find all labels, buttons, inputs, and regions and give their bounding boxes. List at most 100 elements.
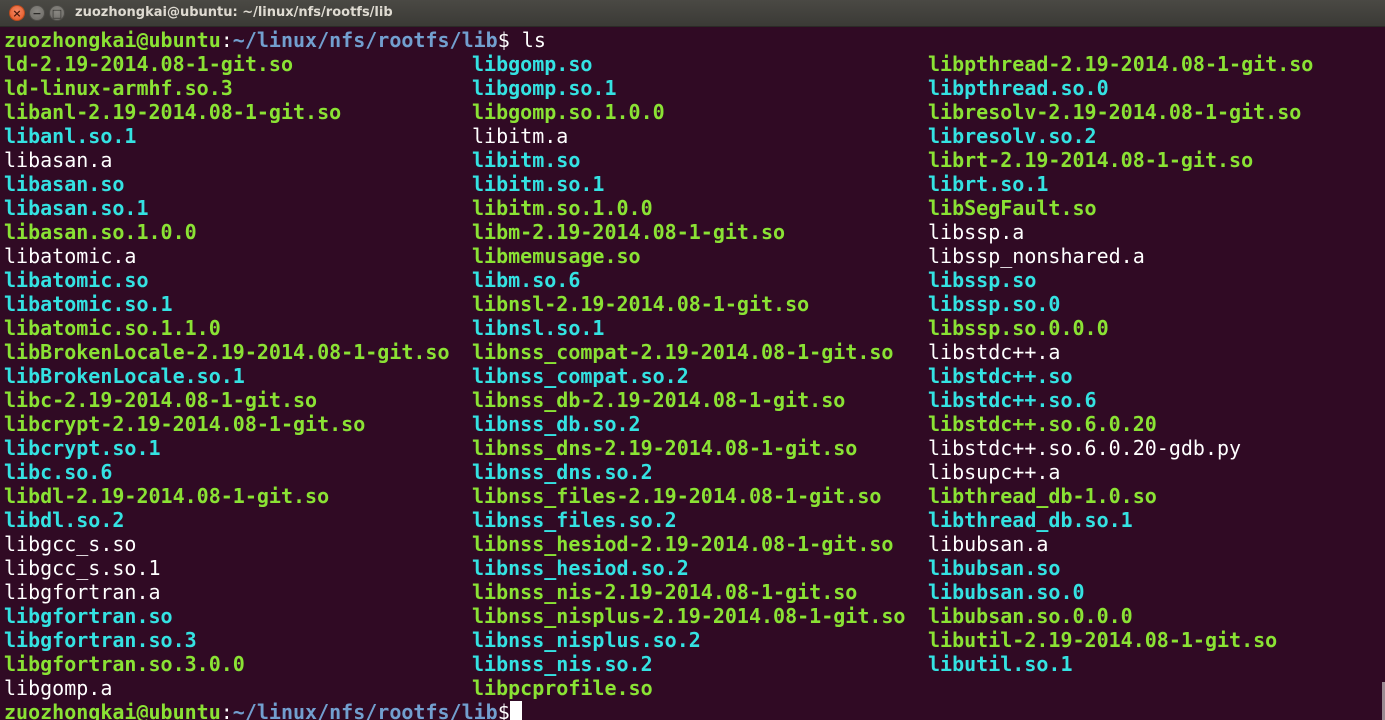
prompt-dollar: $ [497,700,510,720]
file-entry: libnss_dns.so.2 [472,460,653,484]
file-entry: libgfortran.so.3.0.0 [4,652,245,676]
file-entry: libdl.so.2 [4,508,125,532]
file-entry: libitm.a [472,124,569,148]
prompt-line[interactable]: zuozhongkai@ubuntu:~/linux/nfs/rootfs/li… [4,700,1379,720]
file-entry: libssp.so.0.0.0 [928,316,1109,340]
file-entry: libpcprofile.so [472,676,653,700]
file-entry: libubsan.so [928,556,1061,580]
file-entry: libpthread.so.0 [928,76,1109,100]
file-entry: libBrokenLocale-2.19-2014.08-1-git.so [4,340,450,364]
file-entry: libasan.so.1 [4,196,149,220]
file-entry: libssp_nonshared.a [928,244,1145,268]
file-entry: libnsl.so.1 [472,316,605,340]
window-title: zuozhongkai@ubuntu: ~/linux/nfs/rootfs/l… [75,5,393,20]
file-entry: librt.so.1 [928,172,1049,196]
maximize-icon: □ [51,7,63,20]
file-entry: libasan.a [4,148,113,172]
ls-column-3: libpthread-2.19-2014.08-1-git.so libpthre… [928,52,1313,676]
file-entry: libstdc++.so.6.0.20 [928,412,1157,436]
file-entry: libresolv.so.2 [928,124,1097,148]
file-entry: libmemusage.so [472,244,641,268]
file-entry: libgcc_s.so [4,532,137,556]
file-entry: libstdc++.so [928,364,1073,388]
file-entry: libdl-2.19-2014.08-1-git.so [4,484,330,508]
prompt-user-host: zuozhongkai@ubuntu [4,700,221,720]
command-line: zuozhongkai@ubuntu:~/linux/nfs/rootfs/li… [4,28,1379,52]
file-entry: libc.so.6 [4,460,113,484]
file-entry: libgomp.so [472,52,593,76]
file-entry: libatomic.so [4,268,149,292]
file-entry: libnss_db.so.2 [472,412,641,436]
title-bar: × − □ zuozhongkai@ubuntu: ~/linux/nfs/ro… [0,0,1385,27]
text-cursor [509,701,522,720]
file-entry: libnss_files.so.2 [472,508,677,532]
minimize-window-button[interactable]: − [29,5,45,21]
file-entry: libstdc++.so.6 [928,388,1097,412]
file-entry: libgcc_s.so.1 [4,556,161,580]
file-entry: libstdc++.a [928,340,1061,364]
file-entry: libthread_db.so.1 [928,508,1133,532]
file-entry: libm-2.19-2014.08-1-git.so [472,220,786,244]
file-entry: libanl.so.1 [4,124,137,148]
file-entry: libubsan.so.0 [928,580,1085,604]
prompt-separator: : [220,28,233,52]
file-entry: libatomic.so.1.1.0 [4,316,221,340]
prompt-user-host: zuozhongkai@ubuntu [4,28,221,52]
file-entry: libutil-2.19-2014.08-1-git.so [928,628,1278,652]
minimize-icon: − [32,7,42,20]
file-entry: ld-2.19-2014.08-1-git.so [4,52,293,76]
file-entry: libatomic.so.1 [4,292,173,316]
file-entry: libpthread-2.19-2014.08-1-git.so [928,52,1314,76]
close-window-button[interactable]: × [9,5,25,21]
file-entry: libgfortran.so [4,604,173,628]
file-entry: libnss_hesiod.so.2 [472,556,689,580]
file-entry: libnss_db-2.19-2014.08-1-git.so [472,388,846,412]
file-entry: libnss_nis-2.19-2014.08-1-git.so [472,580,858,604]
file-entry: libnsl-2.19-2014.08-1-git.so [472,292,810,316]
file-entry: libssp.so [928,268,1037,292]
ls-output: ld-2.19-2014.08-1-git.so ld-linux-armhf.s… [4,52,1379,700]
file-entry: libitm.so [472,148,581,172]
file-entry: libasan.so.1.0.0 [4,220,197,244]
terminal-window: × − □ zuozhongkai@ubuntu: ~/linux/nfs/ro… [0,0,1385,720]
file-entry: libubsan.so.0.0.0 [928,604,1133,628]
file-entry: libresolv-2.19-2014.08-1-git.so [928,100,1302,124]
file-entry: librt-2.19-2014.08-1-git.so [928,148,1254,172]
file-entry: libasan.so [4,172,125,196]
file-entry: libgomp.a [4,676,113,700]
file-entry: libgfortran.a [4,580,161,604]
file-entry: libgfortran.so.3 [4,628,197,652]
file-entry: libitm.so.1.0.0 [472,196,653,220]
file-entry: libutil.so.1 [928,652,1073,676]
file-entry: libstdc++.so.6.0.20-gdb.py [928,436,1242,460]
file-entry: libgomp.so.1.0.0 [472,100,665,124]
file-entry: libBrokenLocale.so.1 [4,364,245,388]
prompt-path: ~/linux/nfs/rootfs/lib [232,28,498,52]
file-entry: libcrypt-2.19-2014.08-1-git.so [4,412,366,436]
prompt-path: ~/linux/nfs/rootfs/lib [232,700,498,720]
file-entry: libthread_db-1.0.so [928,484,1157,508]
close-icon: × [12,7,22,20]
file-entry: libatomic.a [4,244,137,268]
ls-column-1: ld-2.19-2014.08-1-git.so ld-linux-armhf.s… [4,52,450,700]
file-entry: libnss_compat-2.19-2014.08-1-git.so [472,340,894,364]
file-entry: libSegFault.so [928,196,1097,220]
file-entry: libnss_nisplus-2.19-2014.08-1-git.so [472,604,906,628]
ls-column-2: libgomp.so libgomp.so.1 libgomp.so.1.0.0 li… [472,52,905,700]
prompt-dollar: $ [497,28,510,52]
file-entry: libnss_nisplus.so.2 [472,628,701,652]
file-entry: libnss_files-2.19-2014.08-1-git.so [472,484,882,508]
file-entry: libnss_compat.so.2 [472,364,689,388]
file-entry: libssp.a [928,220,1025,244]
file-entry: libc-2.19-2014.08-1-git.so [4,388,318,412]
file-entry: libubsan.a [928,532,1049,556]
file-entry: ld-linux-armhf.so.3 [4,76,233,100]
file-entry: libnss_dns-2.19-2014.08-1-git.so [472,436,858,460]
terminal-content[interactable]: zuozhongkai@ubuntu:~/linux/nfs/rootfs/li… [4,28,1379,720]
file-entry: libgomp.so.1 [472,76,617,100]
file-entry: libnss_hesiod-2.19-2014.08-1-git.so [472,532,894,556]
file-entry: libcrypt.so.1 [4,436,161,460]
prompt-separator: : [220,700,233,720]
maximize-window-button[interactable]: □ [49,5,65,21]
file-entry: libm.so.6 [472,268,581,292]
